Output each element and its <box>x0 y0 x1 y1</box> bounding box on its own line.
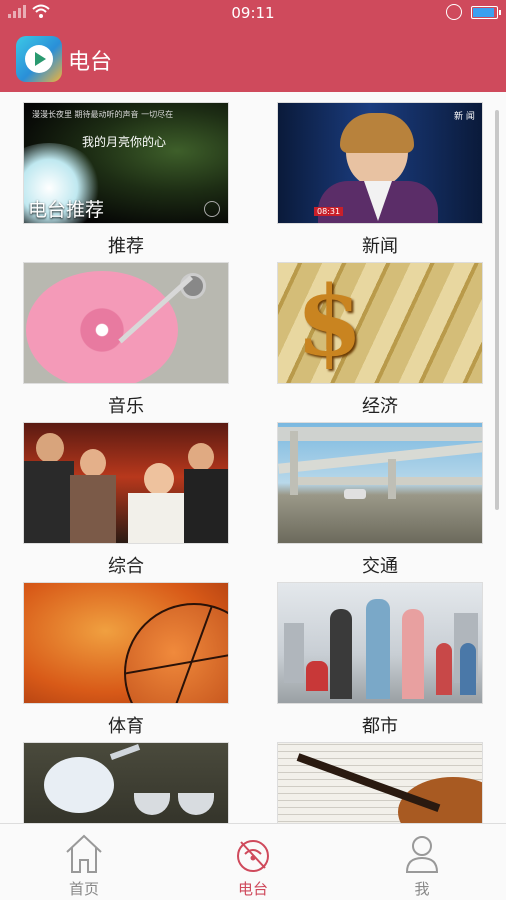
tab-label: 首页 <box>68 880 99 898</box>
home-icon <box>66 834 102 873</box>
battery-icon <box>471 6 501 19</box>
category-card-city[interactable]: 都市 <box>277 582 483 737</box>
app-bar: 电台 <box>0 26 506 92</box>
category-label: 都市 <box>362 716 398 737</box>
economy-thumbnail: $ <box>277 262 483 384</box>
tab-label: 我 <box>414 880 430 898</box>
page-title: 电台 <box>68 50 113 75</box>
category-label: 体育 <box>108 716 144 737</box>
city-thumbnail <box>277 582 483 704</box>
category-card-traffic[interactable]: 交通 <box>277 422 483 577</box>
clock: 09:11 <box>231 4 275 22</box>
recommend-badge <box>204 201 220 217</box>
violin-thumbnail <box>277 742 483 823</box>
music-thumbnail <box>23 262 229 384</box>
profile-icon <box>405 836 439 873</box>
recommend-thumbnail: 漫漫长夜里 期待最动听的声音 一切尽在 我的月亮你的心 电台推荐 <box>23 102 229 224</box>
category-grid: 漫漫长夜里 期待最动听的声音 一切尽在 我的月亮你的心 电台推荐 推荐 新 闻 … <box>0 92 506 823</box>
tab-label: 电台 <box>237 880 268 898</box>
tea-thumbnail <box>23 742 229 823</box>
tab-home[interactable]: 首页 <box>0 824 168 900</box>
recommend-overlay-title: 电台推荐 <box>28 199 105 221</box>
category-label: 经济 <box>362 396 398 417</box>
traffic-thumbnail <box>277 422 483 544</box>
general-thumbnail <box>23 422 229 544</box>
radio-icon <box>237 840 269 872</box>
category-card-music[interactable]: 音乐 <box>23 262 229 417</box>
sports-thumbnail <box>23 582 229 704</box>
category-label: 推荐 <box>108 236 144 257</box>
category-card-violin[interactable] <box>277 742 483 823</box>
category-label: 新闻 <box>362 236 398 257</box>
category-card-recommend[interactable]: 漫漫长夜里 期待最动听的声音 一切尽在 我的月亮你的心 电台推荐 推荐 <box>23 102 229 257</box>
recommend-caption-line1: 漫漫长夜里 期待最动听的声音 一切尽在 <box>32 110 174 119</box>
news-thumbnail: 新 闻 08:31 <box>277 102 483 224</box>
rotation-lock-icon <box>446 4 462 20</box>
category-card-sports[interactable]: 体育 <box>23 582 229 737</box>
category-card-news[interactable]: 新 闻 08:31 新闻 <box>277 102 483 257</box>
app-logo <box>16 36 62 82</box>
news-corner-tag: 新 闻 <box>454 112 475 122</box>
bottom-tab-bar: 首页 电台 我 <box>0 823 506 900</box>
scrollbar[interactable] <box>495 110 499 510</box>
category-card-economy[interactable]: $ 经济 <box>277 262 483 417</box>
news-ticker: 08:31 <box>314 207 344 216</box>
recommend-caption-line2: 我的月亮你的心 <box>82 135 167 149</box>
category-card-general[interactable]: 综合 <box>23 422 229 577</box>
tab-profile[interactable]: 我 <box>338 824 506 900</box>
category-card-tea[interactable] <box>23 742 229 823</box>
status-bar: 09:11 <box>0 0 506 26</box>
tab-radio[interactable]: 电台 <box>169 824 337 900</box>
category-label: 音乐 <box>108 396 144 417</box>
category-label: 交通 <box>362 556 398 577</box>
category-label: 综合 <box>108 556 144 577</box>
